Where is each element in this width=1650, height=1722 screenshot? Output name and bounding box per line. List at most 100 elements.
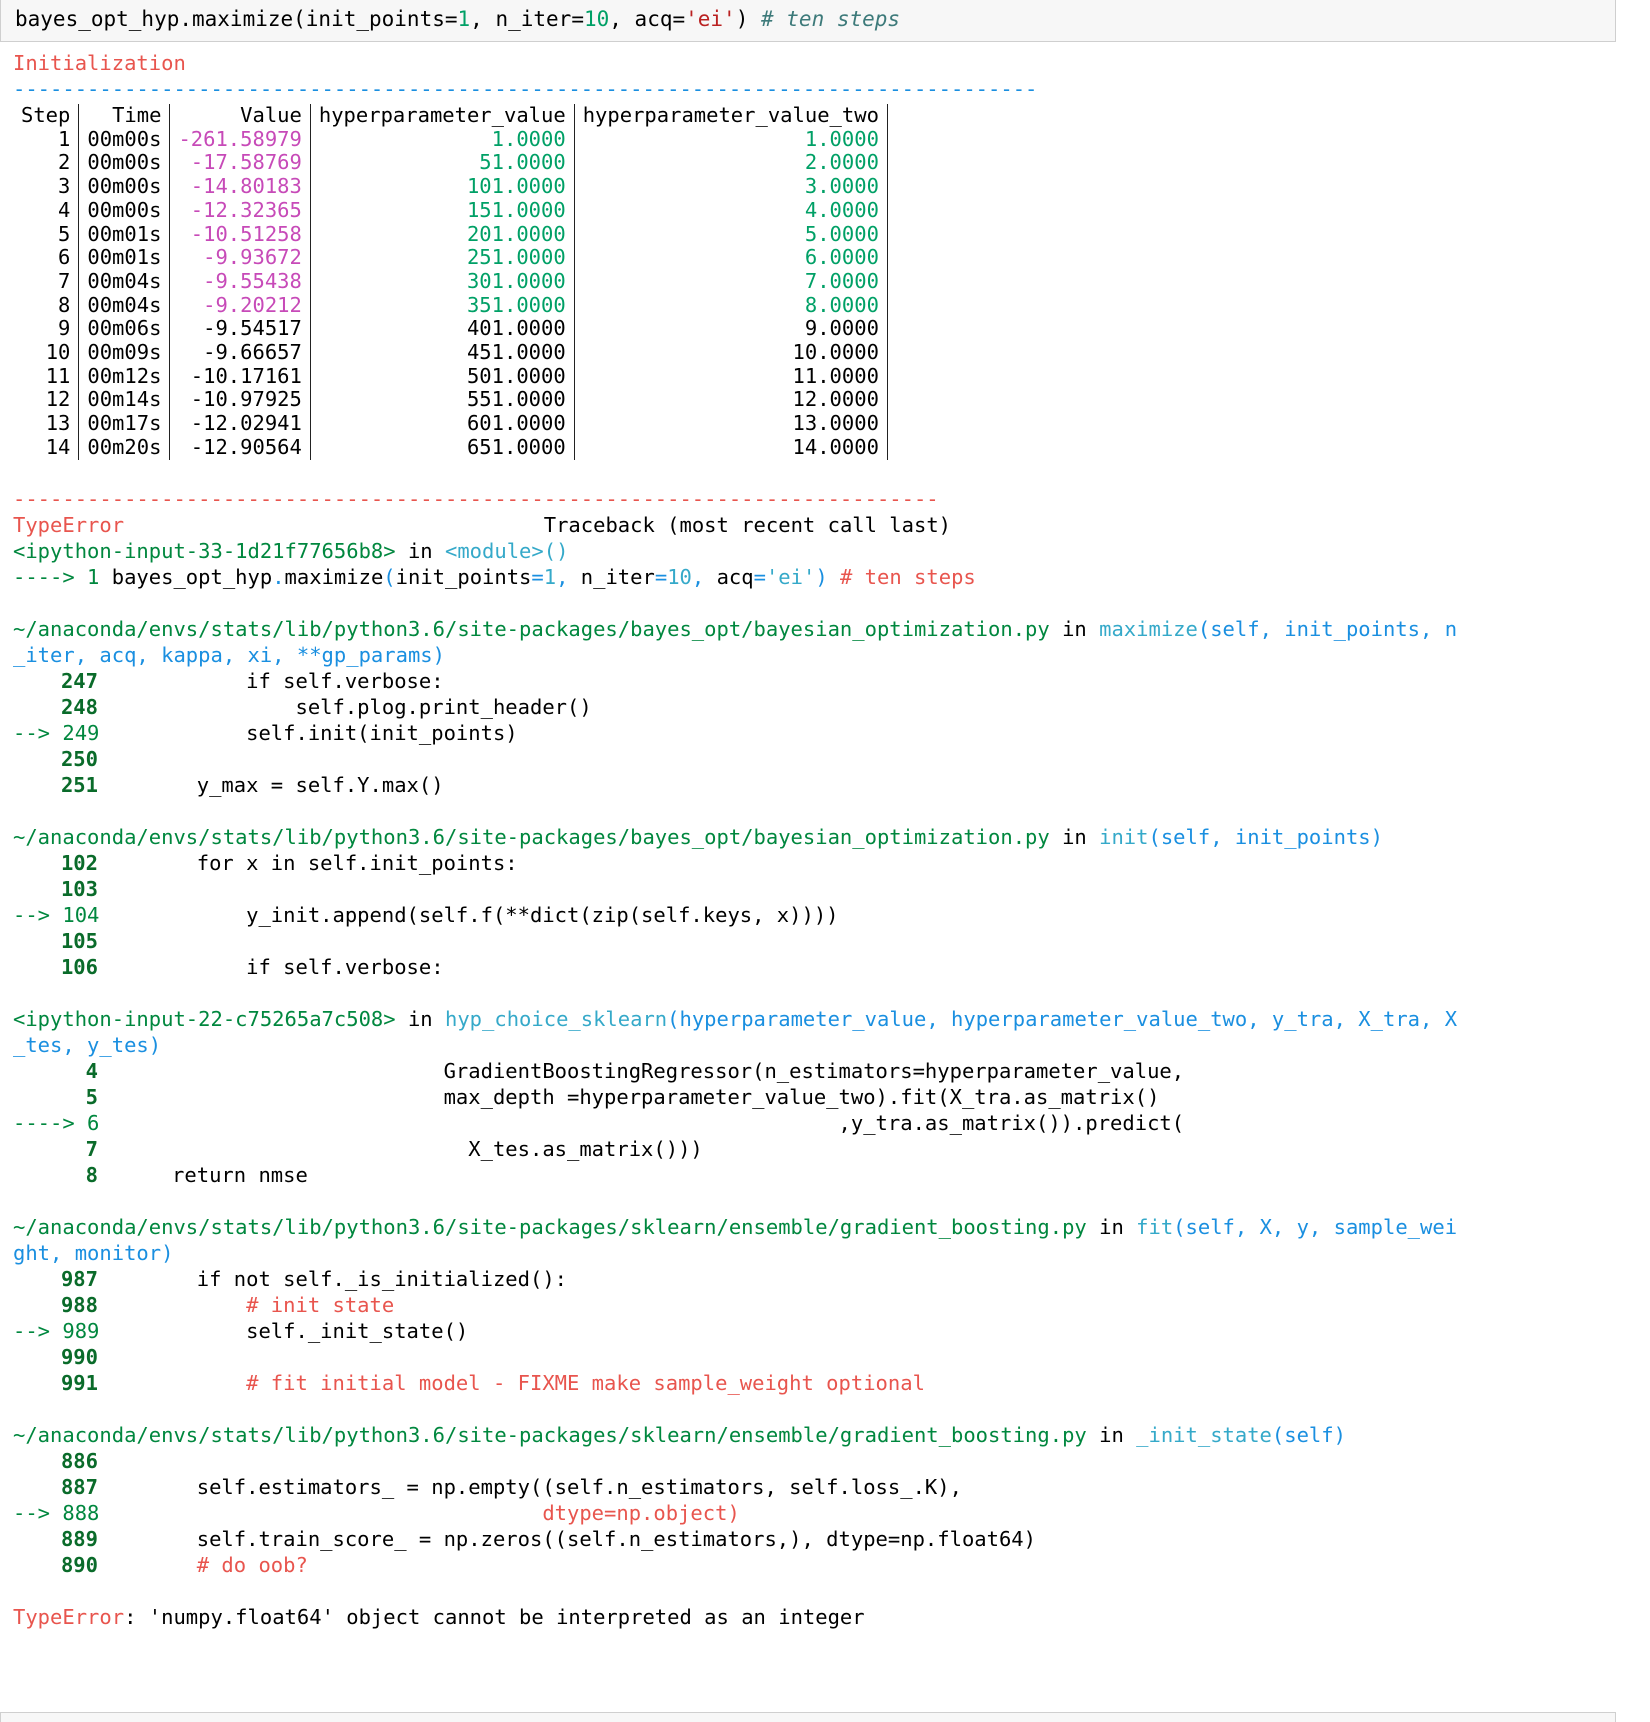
code-input-line[interactable]: bayes_opt_hyp.maximize(init_points=1, n_…: [15, 6, 900, 32]
tb2-func: maximize: [1099, 616, 1198, 641]
line-number: 8: [85, 1162, 98, 1187]
hyperparameter-value-cell: 451.0000: [310, 340, 575, 365]
init-title: Initialization: [13, 51, 186, 75]
tb1-input-ref: <ipython-input-33-1d21f77656b8>: [13, 538, 396, 563]
hyperparameter-value-two-cell: 13.0000: [574, 411, 888, 436]
time-cell: 00m00s: [78, 127, 171, 152]
value-cell: -10.17161: [169, 364, 311, 389]
line-number: 248: [60, 694, 98, 719]
header-hyperparameter-value: hyperparameter_value: [310, 103, 575, 128]
table-row: 7 00m04s -9.55438 301.0000 7.0000: [13, 269, 888, 294]
value-cell: -12.02941: [169, 411, 311, 436]
code-text: , acq=: [609, 7, 686, 31]
traceback-label: Traceback (most recent call last): [543, 512, 952, 537]
blue-rule: ----------------------------------------…: [13, 77, 1038, 101]
table-row: 12 00m14s -10.97925 551.0000 12.0000: [13, 388, 888, 413]
code-line: 102 for x in self.init_points:: [13, 850, 1633, 876]
code-input-cell[interactable]: bayes_opt_hyp.maximize(init_points=1, n_…: [0, 0, 1616, 42]
code-line: 7 X_tes.as_matrix())): [13, 1136, 1633, 1162]
step-cell: 3: [13, 174, 80, 199]
code-line: 250: [13, 746, 1633, 772]
tb5-signature-cont: ght, monitor): [13, 1240, 174, 1265]
line-number: 987: [60, 1266, 98, 1291]
step-cell: 4: [13, 198, 80, 223]
time-cell: 00m00s: [78, 198, 171, 223]
line-code: self.estimators_ = np.empty((self.n_esti…: [98, 1474, 962, 1499]
error-name: TypeError: [13, 512, 125, 537]
line-number: 106: [60, 954, 98, 979]
code-line: --> 104 y_init.append(self.f(**dict(zip(…: [13, 902, 1633, 928]
line-number: --> 888: [13, 1500, 100, 1525]
cell-output: Initialization -------------------------…: [13, 50, 1633, 1630]
value-cell: -9.54517: [169, 317, 311, 342]
line-code: max_depth =hyperparameter_value_two).fit…: [98, 1084, 1160, 1109]
line-number: 105: [60, 928, 98, 953]
line-number: ----> 6: [13, 1110, 100, 1135]
code-line: 4 GradientBoostingRegressor(n_estimators…: [13, 1058, 1633, 1084]
line-code: # do oob?: [98, 1552, 308, 1577]
code-text: , n_iter=: [470, 7, 584, 31]
tb4-signature: (hyperparameter_value, hyperparameter_va…: [667, 1006, 1458, 1031]
hyperparameter-value-cell: 651.0000: [310, 435, 575, 460]
line-code: if not self._is_initialized():: [98, 1266, 567, 1291]
hyperparameter-value-cell: 101.0000: [310, 174, 575, 199]
tb2-signature-cont: _iter, acq, kappa, xi, **gp_params): [13, 642, 445, 667]
next-code-cell[interactable]: [0, 1712, 1616, 1722]
code-line: 886: [13, 1448, 1633, 1474]
hyperparameter-value-two-cell: 11.0000: [574, 364, 888, 389]
tb6-path: ~/anaconda/envs/stats/lib/python3.6/site…: [13, 1422, 1087, 1447]
tb1-location: <ipython-input-33-1d21f77656b8> in <modu…: [13, 538, 1633, 564]
line-number: 988: [60, 1292, 98, 1317]
value-cell: -9.93672: [169, 246, 311, 270]
line-code: return nmse: [98, 1162, 308, 1187]
hyperparameter-value-two-cell: 12.0000: [574, 388, 888, 413]
tb2-signature: (self, init_points, n: [1197, 616, 1458, 641]
table-row: 9 00m06s -9.54517 401.0000 9.0000: [13, 317, 888, 342]
code-comment: # ten steps: [840, 564, 976, 589]
tb3-location: ~/anaconda/envs/stats/lib/python3.6/site…: [13, 824, 1383, 849]
hyperparameter-value-cell: 301.0000: [310, 269, 575, 294]
header-time: Time: [78, 103, 171, 128]
code-line: 106 if self.verbose:: [13, 954, 1633, 980]
step-cell: 10: [13, 340, 80, 365]
tb1-arrow: ----> 1: [13, 564, 100, 589]
line-code: # init state: [98, 1292, 395, 1317]
time-cell: 00m00s: [78, 151, 171, 176]
code-line: --> 249 self.init(init_points): [13, 720, 1633, 746]
header-hyperparameter-value-two: hyperparameter_value_two: [574, 103, 888, 128]
tb4-func: hyp_choice_sklearn: [444, 1006, 668, 1031]
tb4-code-lines: 4 GradientBoostingRegressor(n_estimators…: [13, 1058, 1633, 1188]
tb5-path: ~/anaconda/envs/stats/lib/python3.6/site…: [13, 1214, 1087, 1239]
code-number: 10: [583, 7, 610, 31]
time-cell: 00m17s: [78, 411, 171, 436]
value-cell: -9.55438: [169, 269, 311, 294]
line-code: self.train_score_ = np.zeros((self.n_est…: [98, 1526, 1036, 1551]
time-cell: 00m04s: [78, 269, 171, 294]
line-number: 4: [85, 1058, 98, 1083]
line-code: self.init(init_points): [98, 720, 518, 745]
line-code: self._init_state(): [98, 1318, 469, 1343]
code-line: 987 if not self._is_initialized():: [13, 1266, 1633, 1292]
line-number: 991: [60, 1370, 98, 1395]
value-cell: -12.90564: [169, 435, 311, 460]
code-line: 990: [13, 1344, 1633, 1370]
header-value: Value: [169, 103, 311, 128]
line-number: --> 104: [13, 902, 100, 927]
table-row: 4 00m00s -12.32365 151.0000 4.0000: [13, 198, 888, 223]
line-number: 102: [60, 850, 98, 875]
table-row: 11 00m12s -10.17161 501.0000 11.0000: [13, 364, 888, 389]
hyperparameter-value-cell: 51.0000: [310, 151, 575, 176]
code-text: n_iter: [580, 564, 655, 589]
code-line: 991 # fit initial model - FIXME make sam…: [13, 1370, 1633, 1396]
step-cell: 12: [13, 388, 80, 413]
hyperparameter-value-cell: 501.0000: [310, 364, 575, 389]
table-row: 5 00m01s -10.51258 201.0000 5.0000: [13, 222, 888, 247]
code-line: 988 # init state: [13, 1292, 1633, 1318]
code-comment: # ten steps: [761, 7, 901, 31]
step-cell: 8: [13, 293, 80, 318]
line-number: --> 249: [13, 720, 100, 745]
hyperparameter-value-two-cell: 2.0000: [574, 151, 888, 176]
tb5-location: ~/anaconda/envs/stats/lib/python3.6/site…: [13, 1214, 1458, 1239]
line-number: 247: [60, 668, 98, 693]
line-number: --> 989: [13, 1318, 100, 1343]
